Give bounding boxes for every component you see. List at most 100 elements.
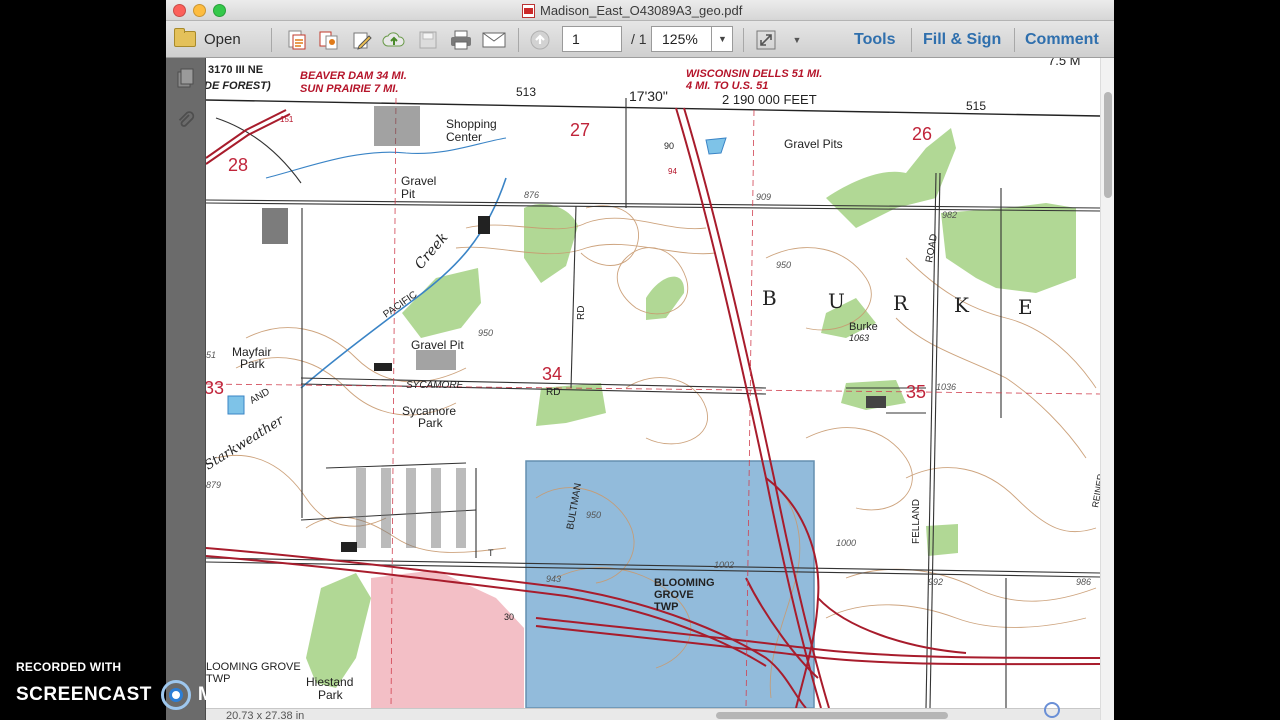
section-number-34: 34 (542, 364, 562, 384)
elevation-876: 876 (524, 190, 539, 200)
label-center: Center (446, 130, 482, 144)
elevation-909: 909 (756, 192, 771, 202)
elevation-982: 982 (942, 210, 957, 220)
label-rd-1: RD (576, 306, 587, 320)
route-t: T (488, 548, 494, 558)
label-hiestand-park: Park (318, 688, 344, 702)
label-gravel-1b: Pit (401, 187, 416, 201)
screencast-watermark: RECORDED WITH SCREENCAST MATIC (16, 660, 259, 710)
toolbar-separator (911, 28, 912, 52)
upload-cloud-button[interactable] (382, 28, 406, 52)
map-label-beaver-dam: BEAVER DAM 34 MI. (300, 70, 407, 82)
close-window-button[interactable] (173, 4, 186, 17)
map-label-to-us51: 4 MI. TO U.S. 51 (685, 80, 768, 92)
elevation-950-a: 950 (776, 260, 791, 270)
elevation-950-b: 950 (478, 328, 493, 338)
title-bar: Madison_East_O43089A3_geo.pdf (166, 0, 1114, 21)
cloud-upload-icon (382, 32, 405, 47)
label-blooming: BLOOMING (654, 577, 715, 589)
save-button[interactable] (416, 28, 440, 52)
previous-page-button[interactable] (528, 28, 552, 52)
pdf-file-icon (522, 3, 535, 18)
label-sycamore: SYCAMORE (406, 380, 464, 391)
elevation-950-c: 950 (586, 510, 601, 520)
create-pdf-icon (288, 30, 306, 50)
grid-tick-513: 513 (516, 85, 536, 99)
toolbar-separator (743, 28, 744, 52)
chevron-down-icon: ▼ (718, 34, 727, 44)
arrow-up-circle-icon (530, 30, 550, 50)
expand-arrows-icon (756, 30, 776, 50)
horizontal-scroll-thumb[interactable] (716, 712, 948, 719)
envelope-icon (482, 32, 506, 48)
grid-tick-515: 515 (966, 99, 986, 113)
window-title: Madison_East_O43089A3_geo.pdf (522, 3, 742, 18)
page-number-input[interactable]: 1 (562, 26, 622, 52)
fit-page-button[interactable] (754, 28, 778, 52)
elevation-943: 943 (546, 574, 561, 584)
elevation-992: 992 (928, 577, 943, 587)
label-gravel-1a: Gravel (401, 174, 436, 188)
edit-button[interactable] (350, 28, 374, 52)
section-number-28: 28 (228, 155, 248, 175)
paperclip-icon (178, 111, 195, 127)
section-number-35: 35 (906, 382, 926, 402)
email-button[interactable] (482, 28, 506, 52)
watermark-brand: SCREENCAST MATIC (16, 680, 259, 710)
document-viewport[interactable]: 3170 III NE DE FOREST) BEAVER DAM 34 MI.… (206, 58, 1100, 708)
map-label-wisconsin-dells: WISCONSIN DELLS 51 MI. (686, 68, 822, 80)
label-shopping: Shopping (446, 117, 497, 131)
fill-sign-button[interactable]: Fill & Sign (923, 31, 1001, 49)
section-number-33: 33 (206, 378, 224, 398)
label-burke-k: K (954, 293, 970, 317)
map-label-top-right-scale: 7.5 M (1048, 58, 1081, 68)
page-total: / 1 (631, 31, 647, 47)
open-label: Open (204, 30, 241, 48)
route-94: 94 (668, 167, 677, 176)
elevation-51: 51 (206, 350, 216, 360)
minimize-window-button[interactable] (193, 4, 206, 17)
window-title-text: Madison_East_O43089A3_geo.pdf (540, 3, 743, 18)
elevation-986: 986 (1076, 577, 1091, 587)
attachments-button[interactable] (175, 110, 197, 132)
save-icon (419, 31, 437, 49)
pages-icon (177, 68, 194, 88)
vertical-scrollbar[interactable] (1100, 58, 1114, 720)
toolbar-menu-button[interactable]: ▼ (785, 28, 809, 52)
navigation-pane (166, 58, 206, 720)
toolbar-separator (271, 28, 272, 52)
label-rd-2: RD (546, 387, 560, 398)
elevation-879: 879 (206, 480, 221, 490)
grid-minute: 17'30" (629, 88, 668, 104)
pond (227, 395, 245, 415)
label-mayfair-park: Park (240, 357, 266, 371)
page-thumbnails-button[interactable] (175, 68, 197, 90)
watermark-recorded-with: RECORDED WITH (16, 660, 122, 674)
grid-feet: 2 190 000 FEET (722, 92, 817, 107)
elevation-1000: 1000 (836, 538, 856, 548)
zoom-dropdown-button[interactable]: ▼ (711, 26, 733, 52)
route-90: 90 (664, 141, 674, 151)
comment-button[interactable]: Comment (1025, 31, 1099, 49)
create-pdf-button[interactable] (284, 28, 308, 52)
tools-button[interactable]: Tools (854, 31, 895, 49)
map-label-de-forest: DE FOREST) (206, 80, 271, 92)
route-30: 30 (504, 612, 514, 622)
label-hiestand: Hiestand (306, 675, 353, 689)
combine-files-button[interactable] (316, 28, 340, 52)
label-grove: GROVE (654, 589, 694, 601)
map-label-top-left-road: 3170 III NE (208, 64, 263, 76)
status-bar: 20.73 x 27.38 in (206, 708, 1100, 720)
open-button[interactable]: Open (174, 28, 241, 50)
toolbar-separator (1014, 28, 1015, 52)
zoom-window-button[interactable] (213, 4, 226, 17)
toolbar: Open 1 / 1 125% ▼ ▼ Tools Fill & Sign Co… (166, 21, 1114, 58)
label-felland: FELLAND (911, 499, 922, 544)
topographic-map: 3170 III NE DE FOREST) BEAVER DAM 34 MI.… (206, 58, 1100, 708)
print-button[interactable] (449, 28, 473, 52)
edit-icon (353, 32, 372, 50)
vertical-scroll-thumb[interactable] (1104, 92, 1112, 198)
label-burke-elevation: 1063 (849, 333, 869, 343)
combine-files-icon (319, 31, 338, 50)
printer-icon (451, 30, 471, 50)
